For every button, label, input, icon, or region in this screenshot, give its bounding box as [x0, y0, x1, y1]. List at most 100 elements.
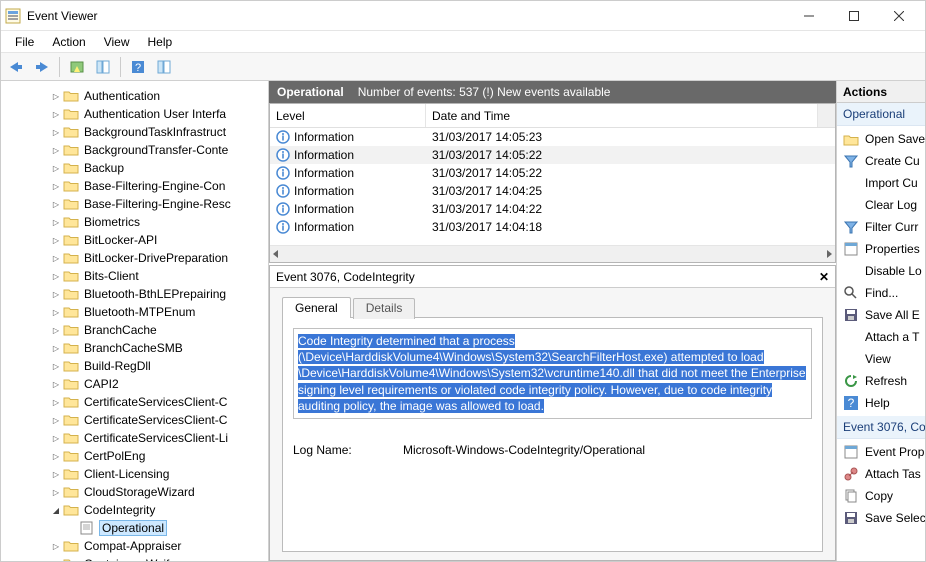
event-row[interactable]: Information31/03/2017 14:05:22	[270, 164, 835, 182]
back-button[interactable]	[5, 56, 27, 78]
chevron-right-icon[interactable]: ▷	[49, 452, 63, 461]
chevron-right-icon[interactable]: ▷	[49, 308, 63, 317]
action-item[interactable]: Properties	[837, 238, 925, 260]
tree-item[interactable]: ▷Authentication	[1, 87, 268, 105]
tree-item[interactable]: ▷CloudStorageWizard	[1, 483, 268, 501]
chevron-right-icon[interactable]: ▷	[49, 470, 63, 479]
chevron-right-icon[interactable]: ▷	[49, 416, 63, 425]
toolbar-btn-3[interactable]	[66, 56, 88, 78]
event-row[interactable]: Information31/03/2017 14:05:23	[270, 128, 835, 146]
action-item[interactable]: ?Help	[837, 392, 925, 414]
tree-item[interactable]: ▷BitLocker-API	[1, 231, 268, 249]
chevron-right-icon[interactable]: ▷	[49, 380, 63, 389]
action-item[interactable]: Clear Log	[837, 194, 925, 216]
action-item[interactable]: Attach a T	[837, 326, 925, 348]
tree-item[interactable]: ▷CertPolEng	[1, 447, 268, 465]
col-date[interactable]: Date and Time	[426, 104, 818, 127]
tree-item[interactable]: ▷Authentication User Interfa	[1, 105, 268, 123]
chevron-right-icon[interactable]: ▷	[49, 560, 63, 562]
chevron-right-icon[interactable]: ▷	[49, 362, 63, 371]
chevron-right-icon[interactable]: ▷	[49, 488, 63, 497]
chevron-right-icon[interactable]: ▷	[49, 344, 63, 353]
action-item[interactable]: Save Selec	[837, 507, 925, 529]
action-item[interactable]: Refresh	[837, 370, 925, 392]
menu-action[interactable]: Action	[44, 33, 93, 51]
chevron-right-icon[interactable]: ▷	[49, 272, 63, 281]
chevron-right-icon[interactable]: ▷	[49, 218, 63, 227]
col-level[interactable]: Level	[270, 104, 426, 127]
tree-item[interactable]: ▷Bluetooth-BthLEPrepairing	[1, 285, 268, 303]
tree-item[interactable]: ▷Bluetooth-MTPEnum	[1, 303, 268, 321]
action-item[interactable]: Filter Curr	[837, 216, 925, 238]
chevron-right-icon[interactable]: ▷	[49, 110, 63, 119]
event-row[interactable]: Information31/03/2017 14:04:25	[270, 182, 835, 200]
chevron-right-icon[interactable]: ▷	[49, 236, 63, 245]
tree-item[interactable]: ▷BranchCache	[1, 321, 268, 339]
action-item[interactable]: View	[837, 348, 925, 370]
scroll-left-icon[interactable]	[272, 250, 280, 258]
chevron-right-icon[interactable]: ▷	[49, 92, 63, 101]
chevron-right-icon[interactable]: ▷	[49, 164, 63, 173]
action-item[interactable]: Create Cu	[837, 150, 925, 172]
horizontal-scrollbar[interactable]	[270, 245, 835, 262]
action-item[interactable]: Save All E	[837, 304, 925, 326]
chevron-right-icon[interactable]: ▷	[49, 542, 63, 551]
action-item[interactable]: Attach Tas	[837, 463, 925, 485]
navigation-tree[interactable]: ▷Authentication▷Authentication User Inte…	[1, 81, 269, 561]
action-item[interactable]: Copy	[837, 485, 925, 507]
toolbar-btn-4[interactable]	[92, 56, 114, 78]
event-row[interactable]: Information31/03/2017 14:04:18	[270, 218, 835, 236]
toolbar-help-button[interactable]: ?	[127, 56, 149, 78]
tree-item[interactable]: ▷CertificateServicesClient-C	[1, 411, 268, 429]
tree-item[interactable]: ▷Backup	[1, 159, 268, 177]
scroll-right-icon[interactable]	[825, 250, 833, 258]
detail-close-button[interactable]: ✕	[819, 270, 829, 284]
chevron-right-icon[interactable]: ▷	[49, 128, 63, 137]
event-row[interactable]: Information31/03/2017 14:05:22	[270, 146, 835, 164]
tab-general[interactable]: General	[282, 297, 351, 318]
chevron-right-icon[interactable]: ▷	[49, 326, 63, 335]
tree-item[interactable]: ▷Containers-Wcifs	[1, 555, 268, 561]
menu-file[interactable]: File	[7, 33, 42, 51]
menu-view[interactable]: View	[96, 33, 138, 51]
event-message[interactable]: Code Integrity determined that a process…	[293, 328, 812, 419]
chevron-right-icon[interactable]: ▷	[49, 434, 63, 443]
tree-item[interactable]: ▷Base-Filtering-Engine-Resc	[1, 195, 268, 213]
toolbar-btn-6[interactable]	[153, 56, 175, 78]
tree-item[interactable]: ◢CodeIntegrity	[1, 501, 268, 519]
chevron-down-icon[interactable]: ◢	[49, 506, 63, 515]
tree-item[interactable]: ▷Base-Filtering-Engine-Con	[1, 177, 268, 195]
action-item[interactable]: Import Cu	[837, 172, 925, 194]
tree-item[interactable]: ▷BranchCacheSMB	[1, 339, 268, 357]
chevron-right-icon[interactable]: ▷	[49, 290, 63, 299]
tree-item[interactable]: ▷Build-RegDll	[1, 357, 268, 375]
close-button[interactable]	[876, 2, 921, 30]
chevron-right-icon[interactable]: ▷	[49, 200, 63, 209]
tree-item[interactable]: ▷Biometrics	[1, 213, 268, 231]
action-item[interactable]: Disable Lo	[837, 260, 925, 282]
tree-item-operational[interactable]: Operational	[1, 519, 268, 537]
minimize-button[interactable]	[786, 2, 831, 30]
tree-item[interactable]: ▷CAPI2	[1, 375, 268, 393]
forward-button[interactable]	[31, 56, 53, 78]
chevron-right-icon[interactable]: ▷	[49, 146, 63, 155]
chevron-right-icon[interactable]: ▷	[49, 254, 63, 263]
tree-item[interactable]: ▷BackgroundTransfer-Conte	[1, 141, 268, 159]
tree-item[interactable]: ▷Compat-Appraiser	[1, 537, 268, 555]
maximize-button[interactable]	[831, 2, 876, 30]
tree-item[interactable]: ▷Bits-Client	[1, 267, 268, 285]
menu-help[interactable]: Help	[140, 33, 181, 51]
tree-item[interactable]: ▷CertificateServicesClient-Li	[1, 429, 268, 447]
tab-details[interactable]: Details	[353, 298, 416, 319]
event-row[interactable]: Information31/03/2017 14:04:22	[270, 200, 835, 218]
chevron-right-icon[interactable]: ▷	[49, 182, 63, 191]
tree-item[interactable]: ▷BitLocker-DrivePreparation	[1, 249, 268, 267]
tree-item[interactable]: ▷CertificateServicesClient-C	[1, 393, 268, 411]
tree-item[interactable]: ▷Client-Licensing	[1, 465, 268, 483]
events-body[interactable]: Information31/03/2017 14:05:23Informatio…	[270, 128, 835, 245]
chevron-right-icon[interactable]: ▷	[49, 398, 63, 407]
action-item[interactable]: Event Prop	[837, 441, 925, 463]
action-item[interactable]: Find...	[837, 282, 925, 304]
tree-item[interactable]: ▷BackgroundTaskInfrastruct	[1, 123, 268, 141]
action-item[interactable]: Open Save	[837, 128, 925, 150]
